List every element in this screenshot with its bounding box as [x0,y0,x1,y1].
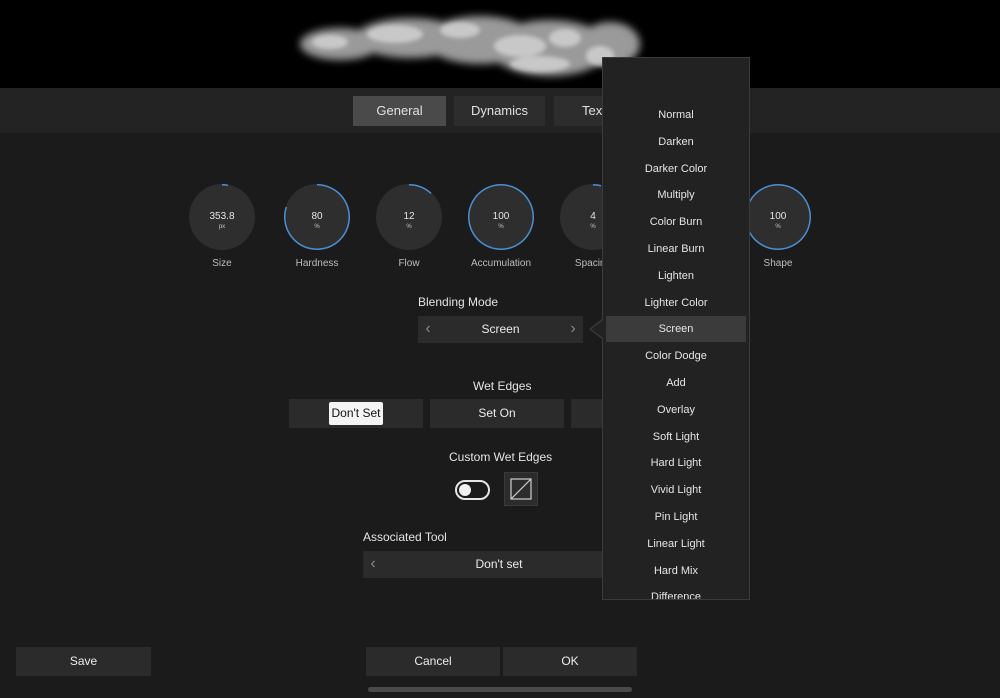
blending-mode-value: Screen [481,322,520,336]
wet-edges-label: Wet Edges [473,379,532,393]
curve-editor-button[interactable] [504,472,538,506]
save-button[interactable]: Save [16,647,151,676]
blend-mode-option[interactable]: Multiply [603,182,749,208]
associated-tool-value: Don't set [475,557,523,571]
blend-mode-option[interactable]: Lighter Color [603,290,749,316]
associated-tool-stepper[interactable]: ‹ Don't set [363,551,603,578]
dial-unit: px [218,224,226,230]
wet-edges-option-label: Don't Set [329,402,383,425]
dial-value: 80 [311,211,323,222]
dial-unit: % [775,224,781,230]
dial-progress-arc [221,184,229,187]
dial-label-size: Size [212,258,232,269]
blend-mode-option[interactable]: Hard Mix [603,558,749,584]
dial-unit: % [498,224,504,230]
tab-dynamics[interactable]: Dynamics [454,96,545,126]
blend-mode-option[interactable]: Pin Light [603,504,749,530]
dial-label-accumulation: Accumulation [470,258,532,269]
blend-mode-option[interactable]: Darken [603,129,749,155]
chevron-right-icon[interactable]: › [565,316,581,343]
dial-unit: % [314,224,320,230]
blending-mode-dropdown[interactable]: Normal Darken Darker Color Multiply Color Bu… [602,57,750,600]
dial-flow[interactable]: 12 % [375,183,443,251]
blending-mode-label: Blending Mode [418,295,499,309]
blend-mode-option[interactable]: Vivid Light [603,477,749,503]
dial-shape[interactable]: 100 % [744,183,812,251]
curve-icon [510,478,532,500]
wet-edges-set-on[interactable]: Set On [430,399,564,428]
blend-mode-option[interactable]: Soft Light [603,424,749,450]
dial-unit: % [406,224,412,230]
wet-edges-dont-set[interactable]: Don't Set [289,399,423,428]
wet-edges-option-label: Set On [478,406,516,420]
blend-mode-option[interactable]: Linear Light [603,531,749,557]
dial-label-flow: Flow [398,258,420,269]
blend-mode-option[interactable]: Difference [603,584,749,599]
cancel-button[interactable]: Cancel [366,647,500,676]
dial-hardness[interactable]: 80 % [283,183,351,251]
dial-value: 100 [769,211,787,222]
tab-bar: General Dynamics Text [0,88,1000,133]
ok-button[interactable]: OK [503,647,637,676]
dial-value: 12 [403,211,415,222]
blend-mode-option[interactable]: Linear Burn [603,236,749,262]
blending-mode-stepper[interactable]: ‹ Screen › [418,316,583,343]
blend-mode-option[interactable]: Color Burn [603,209,749,235]
associated-tool-label: Associated Tool [363,530,447,544]
popover-arrow-inner [591,320,603,338]
blend-mode-option[interactable]: Screen [606,316,746,343]
custom-wet-edges-toggle[interactable] [455,480,490,500]
blend-mode-option[interactable]: Darker Color [603,156,749,182]
toggle-knob [459,484,471,496]
blend-mode-option[interactable]: Color Dodge [603,343,749,369]
custom-wet-edges-label: Custom Wet Edges [449,450,553,464]
dial-value: 100 [492,211,510,222]
tab-general[interactable]: General [353,96,446,126]
dial-accumulation[interactable]: 100 % [467,183,535,251]
blend-mode-option[interactable]: Hard Light [603,450,749,476]
blend-mode-option[interactable]: Overlay [603,397,749,423]
brush-preview [0,0,1000,88]
blend-mode-option[interactable]: Lighten [603,263,749,289]
dial-size[interactable]: 353.8 px [188,183,256,251]
brush-stroke-icon [300,16,640,76]
scroll-indicator [368,687,632,692]
blend-mode-option[interactable]: Add [603,370,749,396]
dial-label-hardness: Hardness [295,258,339,269]
dial-value: 353.8 [209,211,235,222]
blend-mode-option[interactable]: Normal [603,102,749,128]
